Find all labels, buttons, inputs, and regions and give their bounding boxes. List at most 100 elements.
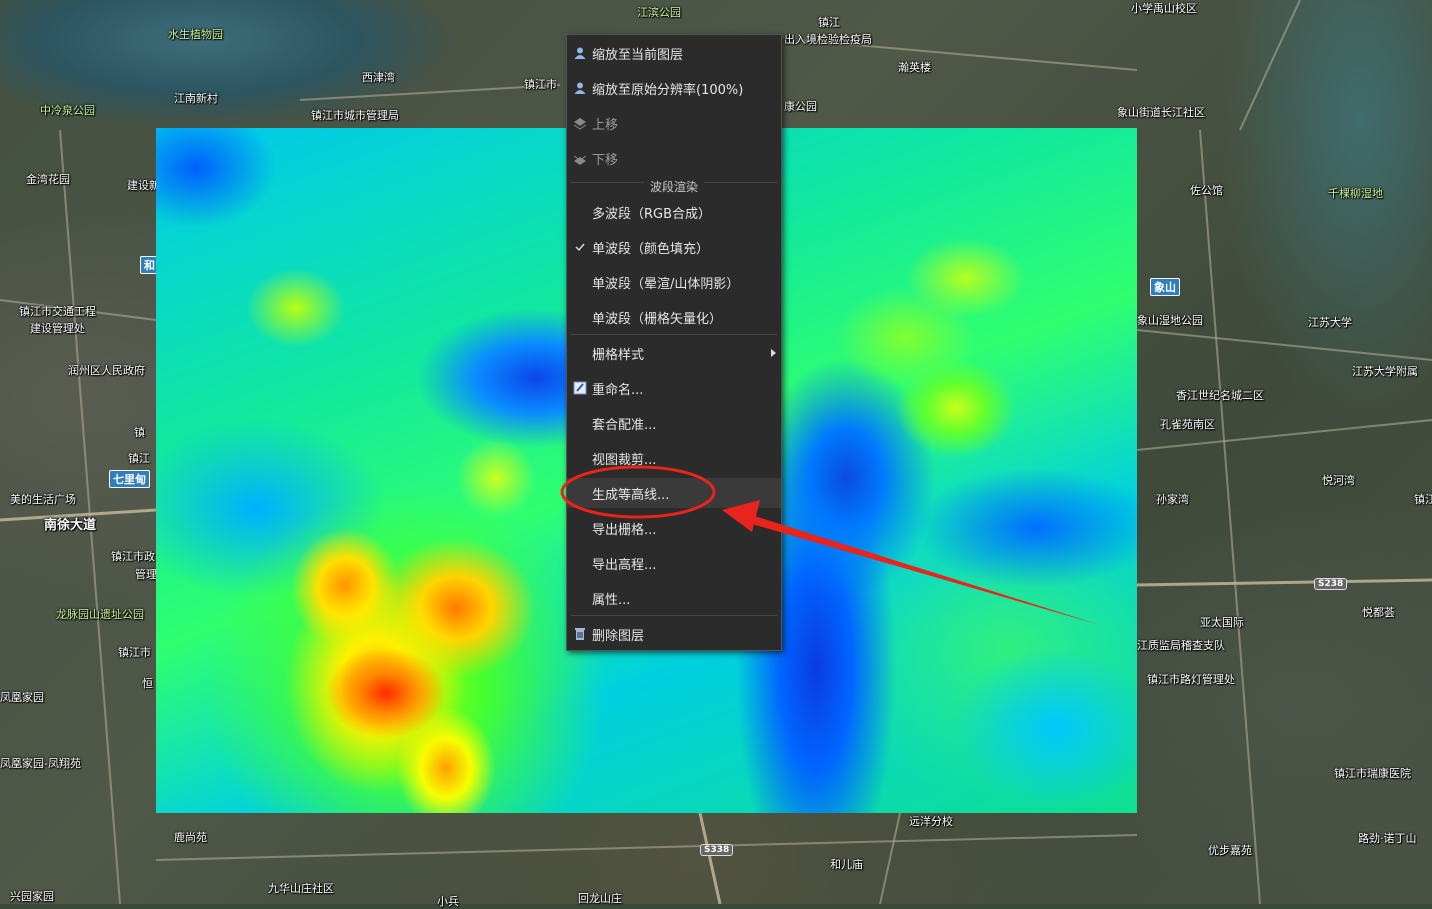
menu-item-label: 单波段（晕渲/山体阴影） [592,276,740,292]
map-label: 小兵 [437,895,459,908]
map-label: 镇江 [128,452,150,465]
map-label: 优步嘉苑 [1208,844,1252,857]
check-icon [573,240,587,254]
layers-up-icon [573,116,587,130]
menu-item-singleband-hillshade[interactable]: 单波段（晕渲/山体阴影） [567,267,781,297]
map-label: 远洋分校 [909,815,953,828]
map-label: 千棵柳湿地 [1328,187,1383,200]
map-label: 香江世纪名城二区 [1176,389,1264,402]
rename-icon [573,381,587,395]
map-label: 孔雀苑南区 [1160,418,1215,431]
map-label: 亚太国际 [1200,616,1244,629]
map-label: 镇江市瑞康医院 [1334,767,1411,780]
map-label: 润州区人民政府 [68,364,145,377]
map-label: 镇江市 [118,646,151,659]
map-label: 江滨公园 [637,6,681,19]
map-label: 金湾花园 [26,173,70,186]
menu-item-delete-layer[interactable]: 删除图层 [567,619,781,649]
map-label: 镇江市政 [111,550,155,563]
map-label: 江苏大学附属 [1352,365,1418,378]
menu-separator [571,334,777,335]
map-label: 鹿尚苑 [174,831,207,844]
menu-item-label: 缩放至原始分辨率(100%) [592,82,744,98]
map-label: 江苏大学 [1308,316,1352,329]
menu-item-zoom-to-layer[interactable]: 缩放至当前图层 [567,38,781,68]
menu-item-label: 导出高程... [592,557,657,573]
road-label: 象山 [1150,278,1180,296]
map-label: 和儿庙 [830,858,863,871]
menu-item-label: 视图裁剪... [592,452,657,468]
map-label: 康公园 [784,100,817,113]
map-label: 瀚英楼 [898,61,931,74]
map-label: 小学禹山校区 [1131,2,1197,15]
map-label: 象山湿地公园 [1137,314,1203,327]
menu-item-label: 下移 [592,152,619,168]
map-label: 美的生活广场 [10,493,76,506]
menu-item-singleband-vectorize[interactable]: 单波段（栅格矢量化） [567,302,781,332]
layers-down-icon [573,151,587,165]
map-label: 悦河湾 [1322,474,1355,487]
layer-context-menu[interactable]: 缩放至当前图层 缩放至原始分辨率(100%) 上移 下移 波段渲染 多波段（RG… [566,34,782,651]
map-label: 象山街道长江社区 [1117,106,1205,119]
highway-shield: S238 [1314,578,1348,590]
map-label: 镇 [134,426,145,439]
menu-item-export-raster[interactable]: 导出栅格... [567,513,781,543]
road-label: 南徐大道 [44,518,97,533]
map-label: 路劲·诺丁山 [1358,832,1417,845]
menu-item-registration[interactable]: 套合配准... [567,408,781,438]
user-icon [573,46,587,60]
group-title-text: 波段渲染 [643,180,704,194]
map-label: 中冷泉公园 [40,104,95,117]
menu-item-move-up[interactable]: 上移 [567,108,781,138]
map-label: 镇江市城市管理局 [311,109,399,122]
menu-item-label: 上移 [592,117,619,133]
menu-item-generate-contours[interactable]: 生成等高线... [567,478,781,508]
map-label: 凤凰家园 [0,691,44,704]
map-label: 佐公馆 [1190,184,1223,197]
map-label: 管理 [135,568,157,581]
menu-item-label: 重命名... [592,382,644,398]
map-label: 江南新村 [174,92,218,105]
menu-item-properties[interactable]: 属性... [567,583,781,613]
menu-item-rename[interactable]: 重命名... [567,373,781,403]
map-label: 凤凰家园-凤翔苑 [0,757,81,770]
map-label: 西津湾 [362,71,395,84]
menu-item-label: 套合配准... [592,417,657,433]
menu-item-move-down[interactable]: 下移 [567,143,781,173]
map-label: 镇江市路灯管理处 [1147,673,1235,686]
trash-icon [573,627,587,641]
road-label: 七里甸 [109,470,150,488]
menu-item-label: 属性... [592,592,631,608]
map-label: 出入境检验检疫局 [784,33,872,46]
map-label: 兴园家园 [10,890,54,903]
menu-item-view-clip[interactable]: 视图裁剪... [567,443,781,473]
menu-item-label: 导出栅格... [592,522,657,538]
map-label: 江质监局稽查支队 [1137,639,1225,652]
menu-separator [571,615,777,616]
menu-item-label: 栅格样式 [592,347,645,363]
map-label: 恒 [142,677,153,690]
submenu-arrow-icon [771,349,776,357]
map-label: 孙家湾 [1156,493,1189,506]
map-label: 悦都荟 [1362,606,1395,619]
highway-shield: S338 [700,844,734,856]
menu-item-export-elevation[interactable]: 导出高程... [567,548,781,578]
map-label: 水生植物园 [168,28,223,41]
map-label: 镇江市 [524,78,557,91]
menu-item-label: 单波段（颜色填充） [592,241,710,257]
map-label: 建设管理处 [30,322,85,335]
menu-item-multiband-rgb[interactable]: 多波段（RGB合成） [567,197,781,227]
menu-item-singleband-color[interactable]: 单波段（颜色填充） [567,232,781,262]
user-icon [573,81,587,95]
menu-item-label: 多波段（RGB合成） [592,206,712,222]
menu-item-label: 单波段（栅格矢量化） [592,311,723,327]
menu-item-raster-style[interactable]: 栅格样式 [567,338,781,368]
map-label: 镇江市交通工程 [19,305,96,318]
menu-item-zoom-original[interactable]: 缩放至原始分辨率(100%) [567,73,781,103]
map-label: 九华山庄社区 [268,882,334,895]
map-label: 镇江 [1414,493,1432,506]
menu-item-label: 生成等高线... [592,487,670,503]
map-label: 龙脉园山遗址公园 [56,608,144,621]
menu-item-label: 删除图层 [592,628,645,644]
menu-item-label: 缩放至当前图层 [592,47,684,63]
